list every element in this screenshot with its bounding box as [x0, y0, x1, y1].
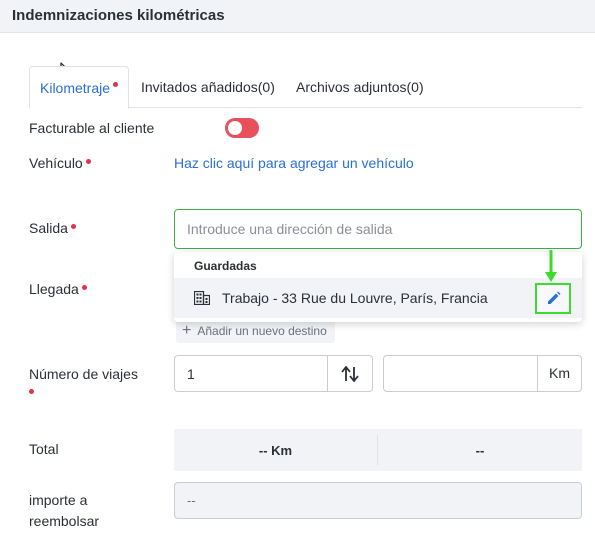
required-indicator — [81, 285, 87, 290]
salida-label-text: Salida — [29, 220, 68, 236]
importe-label-line1: importe a — [29, 492, 88, 508]
llegada-label-text: Llegada — [29, 281, 79, 297]
total-summary: -- Km -- — [174, 429, 582, 471]
arrow-down-icon — [545, 250, 557, 282]
required-indicator — [70, 224, 76, 229]
required-indicator — [85, 159, 91, 164]
vehiculo-label: Vehículo — [29, 155, 91, 171]
salida-label: Salida — [29, 220, 76, 236]
plus-icon: + — [182, 322, 192, 339]
saved-address-item[interactable]: Trabajo - 33 Rue du Louvre, París, Franc… — [174, 278, 582, 318]
llegada-label: Llegada — [29, 281, 87, 297]
importe-field: -- — [174, 482, 582, 519]
importe-value: -- — [187, 493, 196, 508]
tab-bar: Kilometraje Invitados añadidos(0) Archiv… — [29, 66, 582, 109]
building-icon — [194, 291, 210, 305]
required-indicator — [113, 82, 119, 87]
swap-button[interactable] — [327, 355, 373, 392]
page-header: Indemnizaciones kilométricas — [0, 0, 595, 33]
add-destination-button[interactable]: + Añadir un nuevo destino — [176, 319, 335, 343]
distance-input[interactable] — [383, 355, 537, 392]
total-amount-value: -- — [475, 443, 485, 458]
saved-addresses-dropdown: Guardadas Trabajo - 33 Rue du Louvre, Pa… — [174, 252, 582, 322]
tab-kilometraje-label: Kilometraje — [40, 80, 111, 96]
tab-archivos[interactable]: Archivos adjuntos(0) — [296, 66, 424, 108]
salida-input[interactable] — [175, 210, 581, 248]
km-unit: Km — [537, 355, 582, 392]
vehiculo-label-text: Vehículo — [29, 155, 83, 171]
add-destination-label: Añadir un nuevo destino — [197, 324, 327, 338]
swap-vertical-icon — [341, 366, 359, 382]
viajes-label: Número de viajes — [29, 366, 138, 382]
edit-address-button[interactable] — [535, 283, 571, 314]
tab-invitados[interactable]: Invitados añadidos(0) — [141, 66, 275, 108]
add-vehicle-link[interactable]: Haz clic aquí para agregar un vehículo — [174, 155, 414, 171]
viajes-input[interactable]: 1 — [174, 355, 327, 392]
facturable-toggle[interactable] — [225, 118, 259, 138]
viajes-value: 1 — [187, 366, 195, 382]
tab-kilometraje[interactable]: Kilometraje — [29, 66, 129, 109]
total-label: Total — [29, 441, 59, 457]
saved-address-text: Trabajo - 33 Rue du Louvre, París, Franc… — [222, 290, 488, 306]
required-indicator — [29, 389, 34, 394]
total-km-value: -- Km — [258, 443, 293, 458]
facturable-label: Facturable al cliente — [29, 120, 155, 136]
importe-label-line2: reembolsar — [29, 513, 100, 529]
page-title: Indemnizaciones kilométricas — [12, 7, 225, 24]
toggle-knob — [228, 121, 242, 135]
pencil-icon — [548, 291, 561, 304]
saved-header: Guardadas — [194, 259, 257, 273]
salida-field — [174, 209, 582, 249]
